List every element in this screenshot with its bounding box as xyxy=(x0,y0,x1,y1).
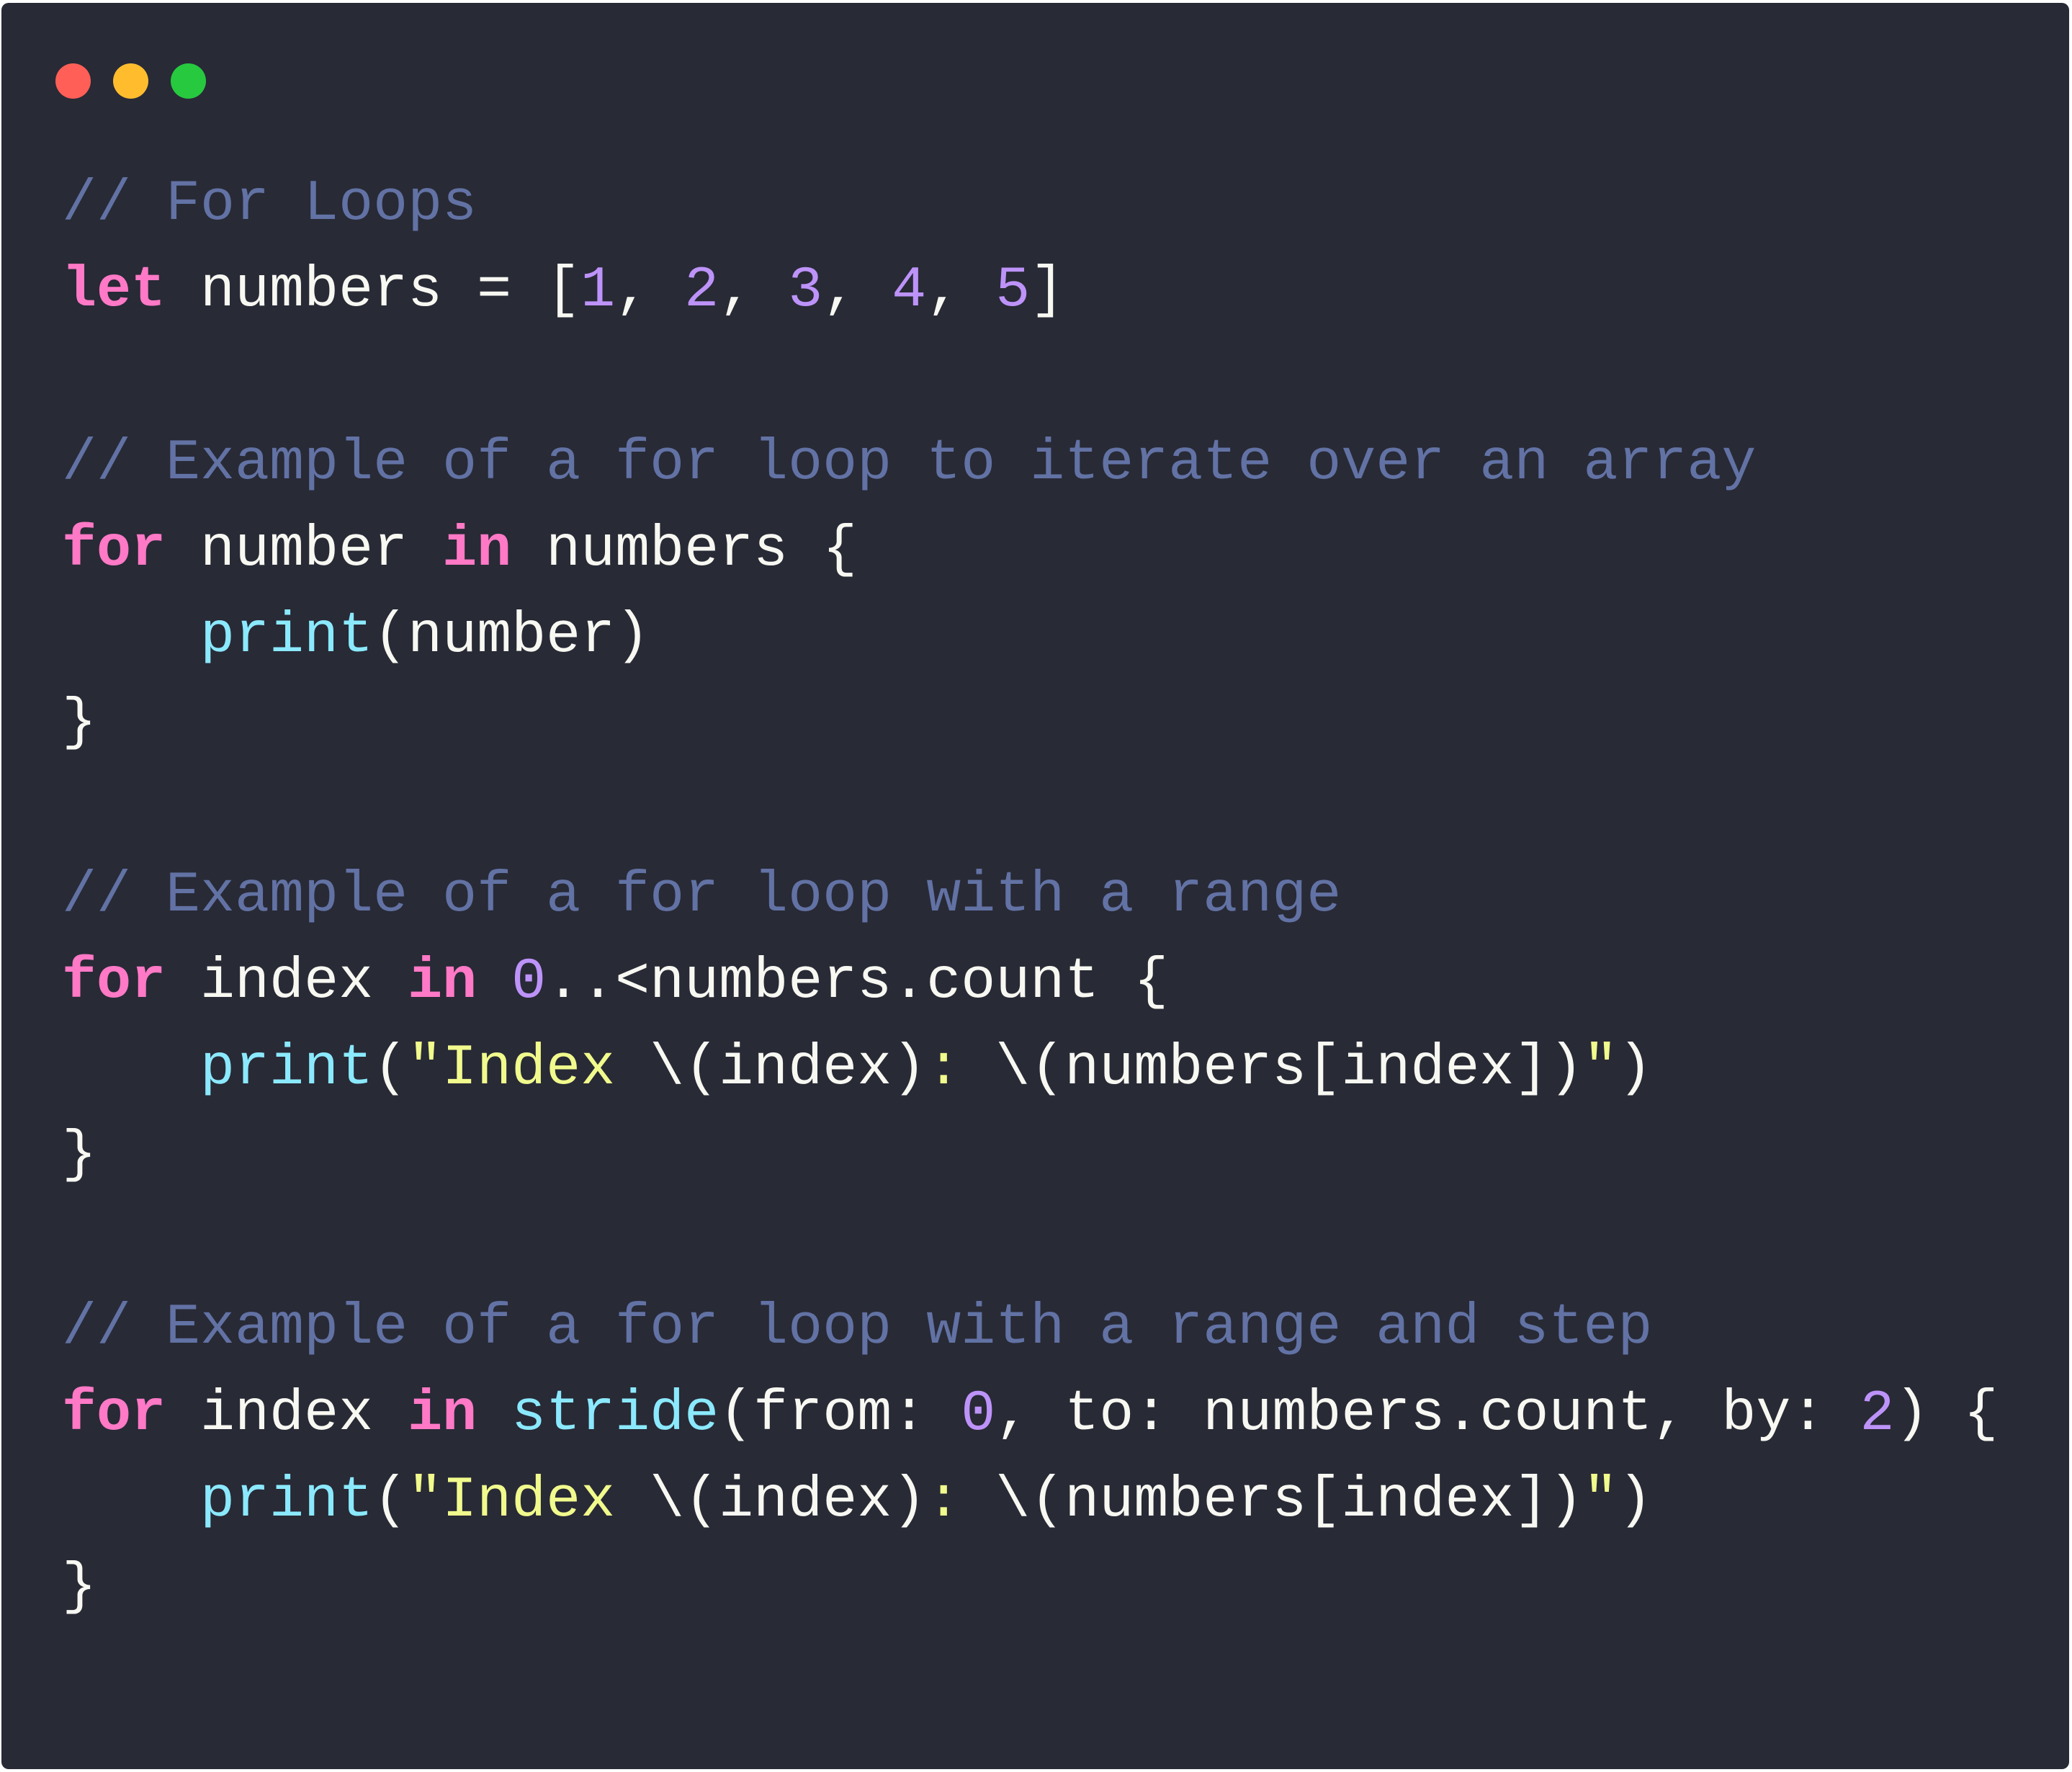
code-editor[interactable]: // For Loops let numbers = [1, 2, 3, 4, 5… xyxy=(62,161,1999,1631)
code-token-plain: \(index) xyxy=(650,1036,927,1101)
code-token-comment: // Example of a for loop with a range an… xyxy=(62,1295,1653,1361)
code-token-keyword: for xyxy=(62,1382,166,1447)
code-token-comment: // Example of a for loop to iterate over… xyxy=(62,431,1757,496)
code-line: let numbers = [1, 2, 3, 4, 5] xyxy=(62,248,1999,334)
code-token-plain: ) { xyxy=(1894,1382,1999,1447)
code-line: for number in numbers { xyxy=(62,507,1999,594)
code-line: } xyxy=(62,1112,1999,1199)
code-token-comment: // Example of a for loop with a range xyxy=(62,863,1342,928)
code-token-plain: } xyxy=(62,1554,97,1620)
code-token-keyword: in xyxy=(442,517,512,583)
code-token-keyword: in xyxy=(408,949,477,1015)
code-token-keyword: in xyxy=(408,1382,477,1447)
code-token-number: 0 xyxy=(511,949,547,1015)
code-line: for index in stride(from: 0, to: numbers… xyxy=(62,1371,1999,1458)
code-token-function: stride xyxy=(511,1382,719,1447)
code-token-plain: , xyxy=(926,258,996,323)
code-line: // For Loops xyxy=(62,161,1999,248)
code-line: print("Index \(index): \(numbers[index])… xyxy=(62,1458,1999,1544)
code-token-plain: numbers = [ xyxy=(166,258,581,323)
code-token-keyword: for xyxy=(62,949,166,1015)
code-token-number: 1 xyxy=(580,258,616,323)
code-token-plain: number xyxy=(166,517,443,583)
code-token-number: 5 xyxy=(995,258,1031,323)
code-line: print(number) xyxy=(62,594,1999,680)
code-token-plain: ] xyxy=(1030,258,1065,323)
code-token-plain: index xyxy=(166,949,408,1015)
code-line: // Example of a for loop to iterate over… xyxy=(62,421,1999,507)
code-token-number: 4 xyxy=(892,258,927,323)
code-line: // Example of a for loop with a range xyxy=(62,853,1999,939)
window-controls xyxy=(55,63,206,99)
code-token-string: : xyxy=(926,1036,996,1101)
code-token-string: " xyxy=(1583,1468,1618,1534)
code-token-plain: ( xyxy=(373,1468,408,1534)
code-line: print("Index \(index): \(numbers[index])… xyxy=(62,1026,1999,1112)
code-token-plain: \(numbers[index]) xyxy=(995,1036,1584,1101)
code-token-plain: } xyxy=(62,690,97,756)
code-token-comment: // For Loops xyxy=(62,171,477,237)
code-token-function: print xyxy=(200,1468,374,1534)
code-token-plain: ) xyxy=(1618,1468,1653,1534)
code-token-plain: , to: numbers.count, by: xyxy=(995,1382,1860,1447)
code-token-plain: ( xyxy=(373,1036,408,1101)
code-token-number: 0 xyxy=(961,1382,996,1447)
code-line: for index in 0..<numbers.count { xyxy=(62,939,1999,1026)
code-token-plain: (from: xyxy=(719,1382,961,1447)
code-token-string: "Index xyxy=(408,1036,650,1101)
code-token-string: : xyxy=(926,1468,996,1534)
code-line: } xyxy=(62,1544,1999,1631)
code-token-plain: \(index) xyxy=(650,1468,927,1534)
code-token-plain: index xyxy=(166,1382,408,1447)
code-token-function: print xyxy=(200,1036,374,1101)
code-token-keyword: for xyxy=(62,517,166,583)
code-line: } xyxy=(62,680,1999,766)
code-token-string: "Index xyxy=(408,1468,650,1534)
code-token-plain: ..<numbers.count { xyxy=(546,949,1169,1015)
code-token-plain: (number) xyxy=(373,604,650,669)
zoom-button[interactable] xyxy=(171,63,206,99)
minimize-button[interactable] xyxy=(113,63,148,99)
code-token-number: 2 xyxy=(684,258,719,323)
code-token-function: print xyxy=(200,604,374,669)
code-token-plain: } xyxy=(62,1122,97,1188)
code-token-plain: \(numbers[index]) xyxy=(995,1468,1584,1534)
code-token-plain: , xyxy=(822,258,892,323)
code-token-plain: ) xyxy=(1618,1036,1653,1101)
code-token-plain: , xyxy=(615,258,685,323)
code-token-plain: numbers { xyxy=(511,517,858,583)
code-window: // For Loops let numbers = [1, 2, 3, 4, 5… xyxy=(1,3,2069,1769)
close-button[interactable] xyxy=(55,63,91,99)
code-token-keyword: let xyxy=(62,258,166,323)
code-token-string: " xyxy=(1583,1036,1618,1101)
code-token-plain: , xyxy=(719,258,789,323)
code-token-number: 3 xyxy=(788,258,823,323)
code-token-number: 2 xyxy=(1860,1382,1895,1447)
code-line: // Example of a for loop with a range an… xyxy=(62,1285,1999,1371)
